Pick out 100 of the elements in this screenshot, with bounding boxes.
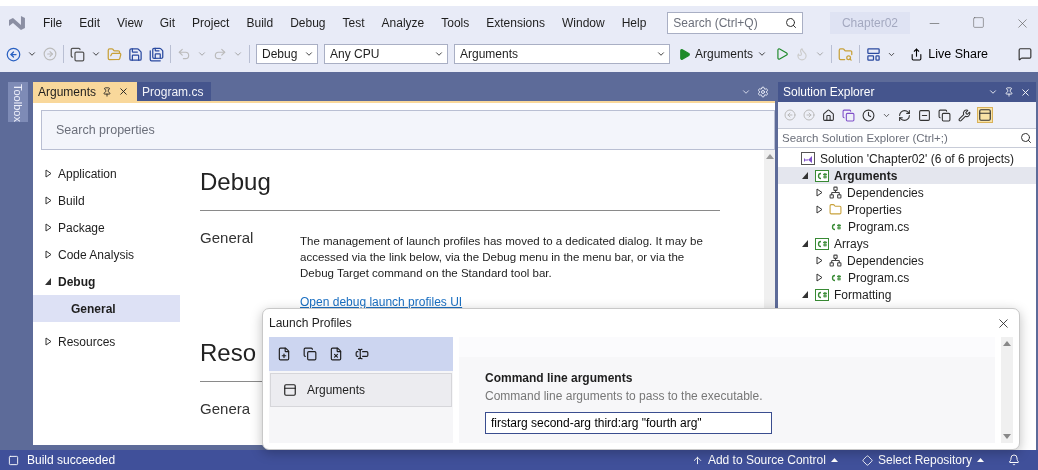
nav-item[interactable]: General xyxy=(33,295,181,322)
nav-item[interactable]: Resources xyxy=(33,328,181,355)
caret-icon[interactable] xyxy=(27,49,37,59)
expand-arrow-icon[interactable] xyxy=(815,273,823,282)
menu-item[interactable]: Debug xyxy=(290,16,326,30)
menu-item[interactable]: Build xyxy=(246,16,274,30)
nav-item[interactable]: Application xyxy=(33,160,181,187)
switch-views-icon[interactable] xyxy=(842,108,855,122)
home-icon[interactable] xyxy=(822,108,835,122)
delete-profile-icon[interactable] xyxy=(329,347,343,361)
show-all-files-icon[interactable] xyxy=(938,108,951,122)
scroll-up-icon[interactable] xyxy=(1003,341,1011,346)
group-title: General xyxy=(200,229,255,248)
play-outline-icon[interactable] xyxy=(775,47,790,61)
menu-item[interactable]: View xyxy=(116,16,143,30)
expand-arrow-icon[interactable] xyxy=(45,196,52,205)
scroll-down-icon[interactable] xyxy=(1003,434,1011,439)
close-icon[interactable] xyxy=(1020,86,1031,98)
start-button[interactable]: Arguments xyxy=(676,47,770,61)
description-text: The management of launch profiles has moved to a dedicated dialog. It may be accessed via the link below, via the Debug menu in the menu bar, or via the Debug Target command on the Standard tool bar. xyxy=(300,234,704,281)
preview-icon[interactable] xyxy=(978,108,992,122)
launch-profiles-link[interactable]: Open debug launch profiles UI xyxy=(300,295,463,309)
expand-arrow-icon[interactable] xyxy=(45,223,52,232)
new-project-icon[interactable] xyxy=(70,46,85,62)
dropdown[interactable]: Any CPU xyxy=(324,44,448,64)
back-icon[interactable] xyxy=(6,46,21,62)
live-share-button[interactable]: Live Share xyxy=(904,46,994,62)
new-profile-icon[interactable] xyxy=(277,347,291,361)
nav-item[interactable]: Code Analysis xyxy=(33,241,181,268)
menu-item[interactable]: Git xyxy=(159,16,176,30)
tree-item[interactable]: Arrays xyxy=(778,235,1036,252)
dropdown[interactable]: Debug xyxy=(256,44,318,64)
expand-arrow-icon[interactable] xyxy=(815,205,823,214)
tree-item[interactable]: Dependencies xyxy=(778,252,1036,269)
search-field[interactable]: Search Solution Explorer (Ctrl+;) xyxy=(778,128,1036,148)
collapse-arrow-icon[interactable] xyxy=(801,171,809,180)
caret-icon xyxy=(656,49,666,59)
menu-item[interactable]: Window xyxy=(561,16,605,30)
status-bar-item[interactable]: Add to Source Control xyxy=(691,453,838,467)
share-icon xyxy=(910,47,924,61)
refresh-icon[interactable] xyxy=(898,108,911,122)
caret-icon[interactable] xyxy=(91,49,101,59)
feedback-icon[interactable] xyxy=(1018,47,1032,61)
tree-item[interactable]: Formatting xyxy=(778,286,1036,303)
menu-item[interactable]: Edit xyxy=(79,16,100,30)
expand-arrow-icon[interactable] xyxy=(45,169,52,178)
tree-item[interactable]: Program.cs xyxy=(778,218,1036,235)
expand-arrow-icon[interactable] xyxy=(45,250,52,259)
pin-icon[interactable] xyxy=(1004,86,1014,97)
menu-item[interactable]: Extensions xyxy=(486,16,545,30)
collapse-arrow-icon[interactable] xyxy=(801,239,809,248)
dropdown[interactable]: Arguments xyxy=(454,44,670,64)
profile-item[interactable]: Arguments xyxy=(270,373,452,407)
menu-item[interactable]: Project xyxy=(192,16,230,30)
save-icon[interactable] xyxy=(128,46,143,62)
expand-arrow-icon[interactable] xyxy=(815,188,823,197)
solution-name-badge: Chapter02 xyxy=(829,12,910,34)
dependencies-icon xyxy=(829,254,842,267)
arguments-input[interactable]: firstarg second-arg third:arg "fourth arg" xyxy=(485,412,772,434)
save-all-icon[interactable] xyxy=(149,46,164,62)
nav-item[interactable]: Build xyxy=(33,187,181,214)
expand-arrow-icon[interactable] xyxy=(815,256,823,265)
document-tab[interactable]: Arguments xyxy=(33,82,138,101)
settings-icon[interactable] xyxy=(757,85,769,98)
notification-icon[interactable] xyxy=(1008,454,1020,466)
tree-item[interactable]: Arguments xyxy=(778,167,1036,184)
tree-item[interactable]: Solution 'Chapter02' (6 of 6 projects) xyxy=(778,150,1036,167)
rename-profile-icon[interactable] xyxy=(355,347,369,361)
caret-icon xyxy=(304,49,314,59)
duplicate-profile-icon[interactable] xyxy=(303,347,317,361)
menu-item[interactable]: File xyxy=(42,16,63,30)
tree-item-label: Dependencies xyxy=(847,185,924,200)
play-icon xyxy=(678,47,691,61)
menu-item[interactable]: Analyze xyxy=(381,16,425,30)
collapse-all-icon[interactable] xyxy=(918,108,931,122)
tree-item[interactable]: Dependencies xyxy=(778,184,1036,201)
panel-title: Solution Explorer xyxy=(783,85,875,99)
document-tab[interactable]: Program.cs xyxy=(137,82,212,101)
scrollbar[interactable] xyxy=(1001,337,1013,443)
menu-item[interactable]: Test xyxy=(342,16,365,30)
search-field[interactable]: Search properties xyxy=(41,110,775,150)
csharp-project-icon xyxy=(815,237,829,250)
tree-item-label: Formatting xyxy=(834,287,892,302)
tree-item[interactable]: Properties xyxy=(778,201,1036,218)
pending-changes-icon[interactable] xyxy=(862,108,875,122)
properties-icon[interactable] xyxy=(958,108,971,122)
collapse-arrow-icon[interactable] xyxy=(801,290,809,299)
nav-item[interactable]: Package xyxy=(33,214,181,241)
close-icon xyxy=(118,86,130,97)
tree-item[interactable]: Program.cs xyxy=(778,269,1036,286)
menu-item[interactable]: Help xyxy=(621,16,647,30)
nav-item-label: Build xyxy=(58,193,85,208)
collapse-arrow-icon[interactable] xyxy=(45,277,52,286)
menu-item[interactable]: Tools xyxy=(441,16,470,30)
expand-arrow-icon[interactable] xyxy=(45,337,52,346)
solution-icon xyxy=(801,152,815,165)
window-layout-icon[interactable] xyxy=(866,46,882,62)
search-field[interactable]: Search (Ctrl+Q) xyxy=(667,12,803,34)
nav-item[interactable]: Debug xyxy=(33,268,181,295)
status-bar-item[interactable]: Select Repository xyxy=(861,453,984,467)
